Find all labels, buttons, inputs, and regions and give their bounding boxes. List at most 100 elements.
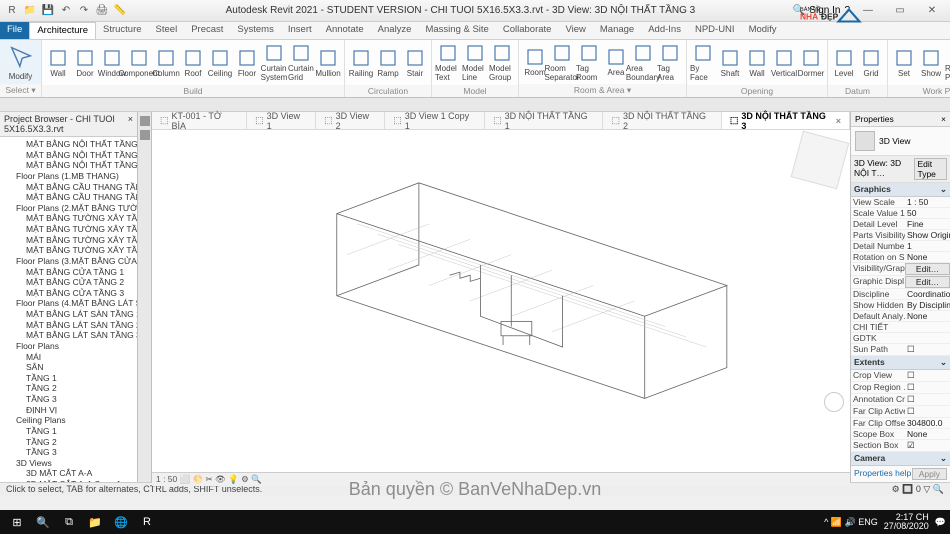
door-button[interactable]: Door [72, 48, 98, 78]
railing-button[interactable]: Railing [348, 48, 374, 78]
tree-node[interactable]: SÂN [0, 362, 137, 373]
view-tab[interactable]: ⬚3D View 1 [247, 112, 316, 129]
ramp-button[interactable]: Ramp [375, 48, 401, 78]
status-tools[interactable]: ⚙ 🔲 0 ▽ 🔍 [892, 484, 944, 495]
ribbon-tab-add-ins[interactable]: Add-Ins [641, 22, 688, 39]
tree-node[interactable]: Floor Plans [0, 341, 137, 352]
view-tab[interactable]: ⬚KT-001 - TỜ BÌA [152, 112, 247, 129]
palette-icon[interactable] [140, 116, 150, 126]
ceiling-button[interactable]: Ceiling [207, 48, 233, 78]
dormer-button[interactable]: Dormer [798, 48, 824, 78]
ribbon-tab-view[interactable]: View [558, 22, 592, 39]
ribbon-tab-file[interactable]: File [0, 22, 29, 39]
tree-node[interactable]: MẶT BẰNG CẦU THANG TẦNG 2-3 [0, 192, 137, 203]
tree-node[interactable]: 3D Views [0, 458, 137, 469]
ribbon-tab-systems[interactable]: Systems [230, 22, 280, 39]
notifications-icon[interactable]: 💬 [935, 517, 946, 528]
search-button[interactable]: 🔍 [30, 512, 56, 532]
roof-button[interactable]: Roof [180, 48, 206, 78]
tree-node[interactable]: MÁI [0, 352, 137, 363]
maximize-button[interactable]: ▭ [886, 2, 914, 20]
model-line-button[interactable]: Model Line [462, 43, 488, 82]
tree-node[interactable]: 3D MẶT CẮT A-A Copy 1 [0, 479, 137, 482]
tree-node[interactable]: MẶT BẰNG LÁT SÀN TẦNG 3 [0, 330, 137, 341]
show-button[interactable]: Show [918, 48, 944, 78]
prop-row[interactable]: Graphic Displ…Edit… [851, 276, 950, 289]
ribbon-tab-steel[interactable]: Steel [149, 22, 185, 39]
undo-icon[interactable]: ↶ [58, 3, 74, 19]
prop-row[interactable]: Crop View [851, 370, 950, 382]
prop-row[interactable]: Crop Region … [851, 382, 950, 394]
by-face-button[interactable]: By Face [690, 43, 716, 82]
tree-node[interactable]: MẶT BẰNG CỬA TẦNG 1 [0, 267, 137, 278]
prop-row[interactable]: CHI TIẾT [851, 322, 950, 333]
tree-node[interactable]: MẶT BẰNG NỘI THẤT TẦNG 2 [0, 150, 137, 161]
properties-selector[interactable]: 3D View: 3D NỘI T… Edit Type [851, 156, 950, 183]
prop-row[interactable]: Parts VisibilityShow Original [851, 230, 950, 241]
explorer-icon[interactable]: 📁 [82, 512, 108, 532]
model-group-button[interactable]: Model Group [489, 43, 515, 82]
prop-row[interactable]: Detail Number1 [851, 241, 950, 252]
edit-type-button[interactable]: Edit Type [914, 158, 947, 180]
revit-logo[interactable]: R [4, 3, 20, 19]
tree-node[interactable]: TẦNG 2 [0, 383, 137, 394]
tree-node[interactable]: Floor Plans (2.MẶT BẰNG TƯỜNG XÂY) [0, 203, 137, 214]
prop-section-header[interactable]: Graphics⌄ [851, 183, 950, 197]
prop-row[interactable]: Scope BoxNone [851, 429, 950, 440]
start-button[interactable]: ⊞ [4, 512, 30, 532]
ref-plane-button[interactable]: Ref Plane [945, 43, 950, 82]
prop-row[interactable]: DisciplineCoordination [851, 289, 950, 300]
ribbon-tab-analyze[interactable]: Analyze [371, 22, 419, 39]
ribbon-tab-manage[interactable]: Manage [593, 22, 641, 39]
ribbon-tab-massing-site[interactable]: Massing & Site [418, 22, 495, 39]
tree-node[interactable]: TẦNG 3 [0, 394, 137, 405]
prop-row[interactable]: Visibility/Grap…Edit… [851, 263, 950, 276]
palette-icon[interactable] [140, 130, 150, 140]
tree-node[interactable]: MẶT BẰNG TƯỜNG XÂY TẦNG 1 [0, 213, 137, 224]
tray-icons[interactable]: ^ 📶 🔊 ENG [824, 517, 878, 528]
tree-node[interactable]: MẶT BẰNG NỘI THẤT TẦNG 3 [0, 160, 137, 171]
tree-node[interactable]: MẶT BẰNG CỬA TẦNG 2 [0, 277, 137, 288]
browser-tree[interactable]: MẶT BẰNG NỘI THẤT TẦNG 1MẶT BẰNG NỘI THẤ… [0, 137, 137, 482]
ribbon-tab-precast[interactable]: Precast [184, 22, 230, 39]
browser-close-icon[interactable]: × [128, 114, 133, 134]
area-boundary-button[interactable]: Area Boundary [630, 43, 656, 82]
properties-type[interactable]: 3D View [851, 127, 950, 156]
redo-icon[interactable]: ↷ [76, 3, 92, 19]
shaft-button[interactable]: Shaft [717, 48, 743, 78]
tree-node[interactable]: Floor Plans (4.MẶT BẰNG LÁT SÀN) [0, 298, 137, 309]
prop-row[interactable]: View Scale1 : 50 [851, 197, 950, 208]
prop-row[interactable]: Default Analy…None [851, 311, 950, 322]
prop-row[interactable]: Scale Value 1:50 [851, 208, 950, 219]
tree-node[interactable]: MẶT BẰNG TƯỜNG XÂY TẦNG 3 [0, 235, 137, 246]
room-separator-button[interactable]: Room Separator [549, 43, 575, 82]
curtain-grid-button[interactable]: Curtain Grid [288, 43, 314, 82]
tree-node[interactable]: MẶT BẰNG TƯỜNG XÂY TẦNG MÁI [0, 245, 137, 256]
ribbon-tab-modify[interactable]: Modify [742, 22, 784, 39]
floor-button[interactable]: Floor [234, 48, 260, 78]
prop-section-header[interactable]: Extents⌄ [851, 356, 950, 370]
nav-wheel[interactable] [824, 392, 844, 412]
tree-node[interactable]: 3D MẶT CẮT A-A [0, 468, 137, 479]
view-tab[interactable]: ⬚3D View 1 Copy 1 [385, 112, 485, 129]
prop-row[interactable]: Annotation Cr… [851, 394, 950, 406]
edge-icon[interactable]: 🌐 [108, 512, 134, 532]
canvas[interactable] [152, 130, 850, 472]
apply-button[interactable]: Apply [912, 468, 947, 480]
tree-node[interactable]: MẶT BẰNG TƯỜNG XÂY TẦNG 2 [0, 224, 137, 235]
view-tab[interactable]: ⬚3D NỘI THẤT TẦNG 3× [722, 112, 850, 129]
tag-area-button[interactable]: Tag Area [657, 43, 683, 82]
revit-task-icon[interactable]: R [134, 512, 160, 532]
ribbon-tab-insert[interactable]: Insert [281, 22, 319, 39]
wall-button[interactable]: Wall [744, 48, 770, 78]
tree-node[interactable]: Ceiling Plans [0, 415, 137, 426]
prop-row[interactable]: Rotation on S…None [851, 252, 950, 263]
tree-node[interactable]: MẶT BẰNG LÁT SÀN TẦNG 2 [0, 320, 137, 331]
ribbon-tab-collaborate[interactable]: Collaborate [496, 22, 559, 39]
measure-icon[interactable]: 📏 [112, 3, 128, 19]
prop-row[interactable]: Far Clip Active [851, 406, 950, 418]
prop-row[interactable]: Section Box [851, 440, 950, 452]
level-button[interactable]: Level [831, 48, 857, 78]
prop-row[interactable]: Far Clip Offset304800.0 [851, 418, 950, 429]
tree-node[interactable]: MẶT BẰNG CẦU THANG TẦNG 1-2 [0, 182, 137, 193]
